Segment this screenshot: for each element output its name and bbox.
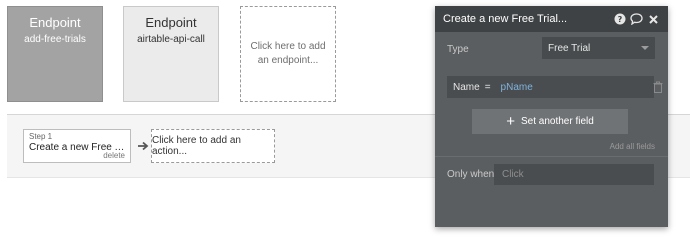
help-icon[interactable]: ? [613,13,626,26]
endpoint-add-free-trials[interactable]: Endpoint add-free-trials [7,6,103,102]
trash-icon[interactable] [653,81,663,93]
set-another-field-label: Set another field [520,116,594,127]
add-endpoint-label: Click here to add an endpoint... [250,41,326,66]
endpoint-name: airtable-api-call [137,34,205,45]
action-property-editor: Create a new Free Trial... ? Type Free T… [435,6,668,227]
only-when-row: Only when [447,169,494,180]
field-assignment-row[interactable]: Name = pName [447,76,654,98]
panel-title: Create a new Free Trial... [443,13,568,25]
plus-icon: + [506,113,515,130]
comment-icon[interactable] [630,13,643,26]
svg-text:?: ? [617,15,622,24]
only-when-condition-input[interactable]: Click [494,164,654,185]
panel-header-icons: ? [613,13,660,26]
delete-step-link[interactable]: delete [103,151,125,160]
type-dropdown[interactable]: Free Trial [542,37,655,59]
add-action-placeholder[interactable]: Click here to add an action... [151,129,275,163]
type-dropdown-value: Free Trial [548,42,591,54]
only-when-placeholder: Click [502,169,524,180]
type-row: Type Free Trial [447,37,655,59]
endpoint-airtable-api-call[interactable]: Endpoint airtable-api-call [123,6,219,102]
arrow-right-icon [138,141,149,151]
chevron-down-icon [641,46,649,50]
workflow-step-card[interactable]: Step 1 Create a new Free Trial... delete [23,129,131,163]
panel-header: Create a new Free Trial... ? [435,6,668,32]
endpoint-title: Endpoint [145,15,197,30]
step-number-label: Step 1 [29,132,53,141]
field-dynamic-value[interactable]: pName [501,82,533,93]
endpoint-name: add-free-trials [24,34,86,45]
close-icon[interactable] [647,13,660,26]
add-all-fields-link[interactable]: Add all fields [610,142,655,151]
endpoint-title: Endpoint [29,15,81,30]
field-name: Name [453,81,480,93]
set-another-field-button[interactable]: + Set another field [472,109,628,134]
api-workflow-editor: Endpoint add-free-trials Endpoint airtab… [0,0,690,243]
panel-divider [435,156,668,157]
only-when-label: Only when [447,169,495,180]
add-endpoint-placeholder[interactable]: Click here to add an endpoint... [240,6,336,102]
add-action-label: Click here to add an action... [152,135,241,157]
field-operator: = [484,81,491,93]
type-label: Type [447,44,469,55]
